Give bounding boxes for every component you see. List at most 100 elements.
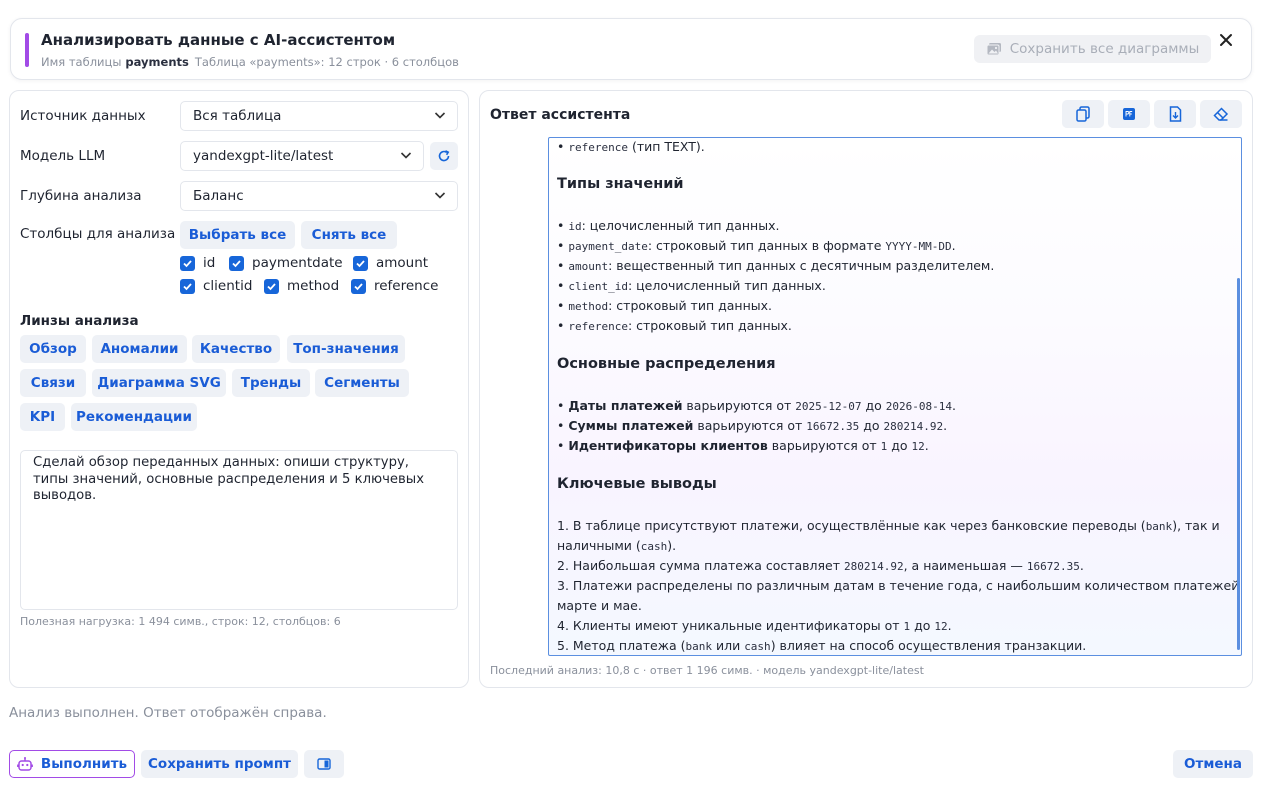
toggle-layout-button[interactable]: [304, 750, 344, 778]
lens-top-values[interactable]: Топ-значения: [287, 335, 405, 363]
section-heading: Ключевые выводы: [557, 476, 717, 492]
images-icon: [986, 43, 1001, 56]
payload-info: Полезная нагрузка: 1 494 симв., строк: 1…: [20, 615, 341, 628]
column-checkbox-reference[interactable]: reference: [351, 278, 438, 294]
column-checkbox-clientid[interactable]: clientid: [180, 278, 252, 294]
dialog-subtitle: Имя таблицы payments Таблица «payments»: 1…: [41, 55, 459, 69]
clear-answer-button[interactable]: [1200, 100, 1242, 128]
column-name: reference: [374, 278, 439, 294]
checkbox-checked-icon: [180, 255, 195, 271]
save-all-charts-button[interactable]: Сохранить все диаграммы: [974, 35, 1211, 63]
model-label: Модель LLM: [20, 148, 106, 164]
prompt-textarea[interactable]: Сделай обзор переданных данных: опиши ст…: [20, 450, 458, 610]
section-heading: Типы значений: [557, 176, 684, 192]
layout-panel-icon: [317, 758, 331, 770]
source-select[interactable]: Вся таблица: [180, 101, 458, 131]
column-name: id: [203, 255, 216, 271]
answer-line: • reference (тип TEXT).: [557, 139, 705, 154]
source-value: Вся таблица: [193, 108, 282, 124]
answer-line: наличными (cash).: [557, 538, 677, 553]
dialog-title: Анализировать данные с AI-ассистентом: [41, 31, 396, 49]
answer-line: 4. Клиенты имеют уникальные идентификато…: [557, 618, 952, 633]
lens-quality[interactable]: Качество: [192, 335, 280, 363]
header-accent-bar: [25, 33, 29, 67]
table-info: Таблица «payments»: 12 строк · 6 столбцо…: [194, 55, 459, 69]
column-checkbox-id[interactable]: id: [180, 255, 215, 271]
robot-icon: [17, 757, 33, 771]
lenses-label: Линзы анализа: [20, 313, 139, 329]
column-checkbox-paymentdate[interactable]: paymentdate: [229, 255, 343, 271]
column-name: amount: [376, 255, 429, 271]
settings-panel: Источник данных Вся таблица Модель LLM y…: [9, 90, 469, 688]
run-button[interactable]: Выполнить: [9, 750, 135, 778]
save-all-charts-label: Сохранить все диаграммы: [1009, 41, 1200, 57]
status-text: Анализ выполнен. Ответ отображён справа.: [9, 705, 327, 721]
last-analysis-info: Последний анализ: 10,8 с · ответ 1 196 с…: [490, 664, 924, 677]
answer-line: • Идентификаторы клиентов варьируются от…: [557, 438, 929, 453]
close-button[interactable]: [1215, 29, 1237, 51]
lens-trends[interactable]: Тренды: [232, 369, 310, 397]
select-all-button[interactable]: Выбрать все: [180, 221, 295, 249]
table-name: payments: [125, 55, 189, 69]
checkbox-checked-icon: [229, 255, 244, 271]
answer-line: • reference: строковый тип данных.: [557, 318, 792, 333]
checkbox-checked-icon: [264, 278, 279, 294]
dialog-header: Анализировать данные с AI-ассистентом Им…: [10, 18, 1252, 80]
run-label: Выполнить: [40, 756, 128, 772]
column-name: paymentdate: [252, 255, 343, 271]
lens-kpi[interactable]: KPI: [20, 403, 65, 431]
chevron-down-icon: [400, 152, 412, 159]
checkbox-checked-icon: [180, 278, 195, 294]
copy-button[interactable]: [1062, 100, 1104, 128]
lens-anomalies[interactable]: Аномалии: [92, 335, 187, 363]
column-checkbox-amount[interactable]: amount: [353, 255, 428, 271]
chevron-down-icon: [434, 112, 446, 119]
answer-line: 3. Платежи распределены по различным дат…: [557, 578, 1242, 593]
lens-segments[interactable]: Сегменты: [315, 369, 409, 397]
analysis-dialog: Анализировать данные с AI-ассистентом Им…: [0, 0, 1262, 786]
answer-line: • id: целочисленный тип данных.: [557, 218, 780, 233]
answer-line: • Суммы платежей варьируются от 16672.35…: [557, 418, 948, 433]
lens-relations[interactable]: Связи: [20, 369, 86, 397]
column-name: clientid: [203, 278, 253, 294]
eraser-icon: [1213, 107, 1229, 121]
model-value: yandexgpt-lite/latest: [193, 148, 334, 164]
close-icon: [1220, 34, 1232, 46]
answer-line: • amount: вещественный тип данных с деся…: [557, 258, 995, 273]
assistant-panel: Ответ ассистента • reference (тип TEXT).…: [479, 90, 1253, 688]
source-label: Источник данных: [20, 108, 146, 124]
answer-line: • client_id: целочисленный тип данных.: [557, 278, 826, 293]
model-select[interactable]: yandexgpt-lite/latest: [180, 141, 424, 171]
lens-recommendations[interactable]: Рекомендации: [71, 403, 197, 431]
answer-line: марте и мае.: [557, 598, 642, 613]
column-name: method: [287, 278, 340, 294]
answer-line: 1. В таблице присутствуют платежи, осуще…: [557, 518, 1220, 533]
table-name-label: Имя таблицы: [41, 55, 122, 69]
lens-svg-chart[interactable]: Диаграмма SVG: [92, 369, 226, 397]
answer-area[interactable]: • reference (тип TEXT). Типы значений • …: [548, 137, 1242, 656]
refresh-icon: [438, 150, 450, 162]
answer-line: 2. Наибольшая сумма платежа составляет 2…: [557, 558, 1084, 573]
depth-value: Баланс: [193, 188, 244, 204]
depth-select[interactable]: Баланс: [180, 181, 458, 211]
depth-label: Глубина анализа: [20, 188, 142, 204]
answer-line: • method: строковый тип данных.: [557, 298, 773, 313]
file-export-icon: [1169, 106, 1181, 122]
export-file-button[interactable]: [1154, 100, 1196, 128]
answer-line: • Даты платежей варьируются от 2025-12-0…: [557, 398, 956, 413]
export-pdf-button[interactable]: [1108, 100, 1150, 128]
lens-overview[interactable]: Обзор: [20, 335, 86, 363]
columns-label: Столбцы для анализа: [20, 226, 176, 242]
answer-line: 5. Метод платежа (bank или cash) влияет …: [557, 638, 1087, 653]
cancel-button[interactable]: Отмена: [1173, 750, 1253, 778]
pdf-icon: [1123, 108, 1135, 120]
column-checkbox-method[interactable]: method: [264, 278, 339, 294]
save-prompt-button[interactable]: Сохранить промпт: [141, 750, 298, 778]
checkbox-checked-icon: [353, 255, 368, 271]
assistant-title: Ответ ассистента: [490, 107, 631, 123]
answer-scrollbar[interactable]: [1237, 278, 1240, 650]
refresh-models-button[interactable]: [430, 142, 458, 170]
deselect-all-button[interactable]: Снять все: [301, 221, 397, 249]
answer-line: • payment_date: строковый тип данных в ф…: [557, 238, 956, 253]
section-heading: Основные распределения: [557, 356, 776, 372]
